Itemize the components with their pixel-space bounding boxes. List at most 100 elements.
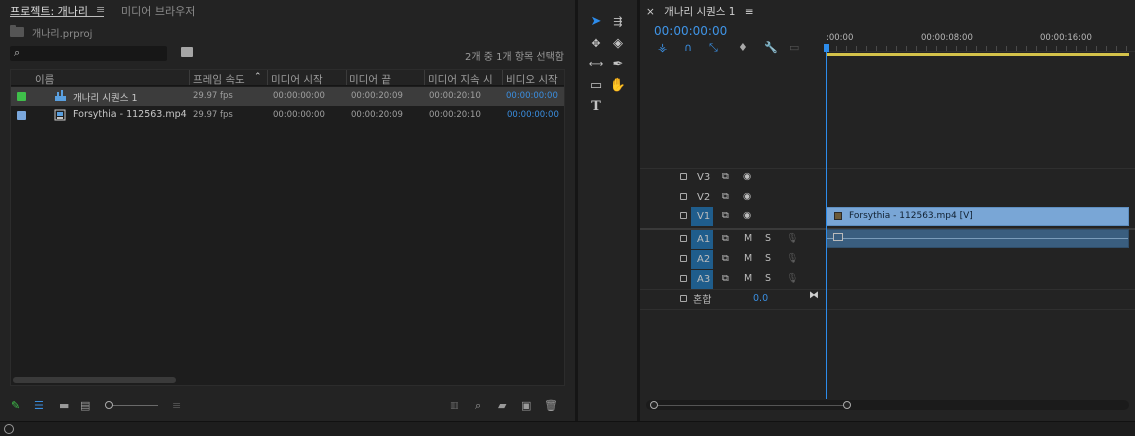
solo-button[interactable]: S [765,253,771,264]
lock-icon[interactable] [680,255,687,262]
snap-magnet-icon[interactable]: ∩ [684,41,692,54]
eye-icon[interactable]: ◉ [743,171,751,182]
track-label[interactable]: V1 [697,211,710,222]
close-icon[interactable]: × [646,6,655,18]
pencil-icon[interactable]: ✎ [11,399,20,412]
item-video-start[interactable]: 00:00:00:00 [507,110,559,120]
solo-button[interactable]: S [765,233,771,244]
lock-icon[interactable] [680,295,687,302]
wrench-icon[interactable]: 🔧 [764,41,778,54]
list-item[interactable]: Forsythia - 112563.mp4 29.97 fps 00:00:0… [11,106,564,125]
project-menu-icon[interactable]: ≡ [96,3,105,16]
status-indicator-icon[interactable] [4,424,14,434]
column-header-media-start[interactable]: 미디어 시작 [271,72,323,87]
go-to-in-out-icon[interactable]: ⧓ [809,290,819,301]
lock-icon[interactable] [680,173,687,180]
new-bin-from-search-icon[interactable] [181,47,193,57]
track-v3: V3 ⧉ ◉ [640,168,1135,187]
sync-lock-icon[interactable]: ⧉ [722,233,729,244]
tools-panel: ➤ ⇶ ✥ ◈ ⟷ ✒ ▭ ✋ T [579,0,636,421]
lock-icon[interactable] [680,193,687,200]
label-color-swatch[interactable] [17,111,26,120]
track-label[interactable]: V3 [697,172,710,183]
zoom-scroll-end-handle[interactable] [843,401,851,409]
sync-lock-icon[interactable]: ⧉ [722,273,729,284]
razor-tool-icon[interactable]: ◈ [609,34,627,52]
horizontal-scrollbar[interactable] [13,377,176,383]
list-item[interactable]: 개나리 시퀀스 1 29.97 fps 00:00:00:00 00:00:20… [11,87,564,106]
project-file-path: 개나리.prproj [10,25,93,40]
track-select-tool-icon[interactable]: ⇶ [609,12,627,30]
zoom-scroll-start-handle[interactable] [650,401,658,409]
mute-button[interactable]: M [744,253,752,264]
project-search-input[interactable] [10,46,167,61]
column-header-video-start[interactable]: 비디오 시작 [506,72,558,87]
audio-clip[interactable] [826,229,1129,248]
solo-button[interactable]: S [765,273,771,284]
trash-icon[interactable]: 🗑 [544,399,558,412]
eye-icon[interactable]: ◉ [743,191,751,202]
new-item-icon[interactable]: ▣ [521,399,531,412]
sync-lock-icon[interactable]: ⧉ [722,210,729,221]
lock-icon[interactable] [680,275,687,282]
pen-tool-icon[interactable]: ✒ [609,55,627,73]
item-media-duration: 00:00:20:10 [429,110,481,120]
column-header-media-duration[interactable]: 미디어 지속 시 [428,72,493,87]
timeline-menu-icon[interactable]: ≡ [745,6,754,18]
hand-tool-icon[interactable]: ✋ [609,76,627,94]
item-video-start[interactable]: 00:00:00:00 [506,91,558,101]
zoom-slider-knob[interactable] [105,401,113,409]
lock-icon[interactable] [680,235,687,242]
time-ruler[interactable] [826,46,1135,52]
tab-media-browser[interactable]: 미디어 브라우저 [121,3,195,19]
sync-lock-icon[interactable]: ⧉ [722,171,729,182]
zoom-slider-track[interactable] [112,405,158,406]
column-header-frame-rate[interactable]: 프레임 속도 [193,72,245,87]
playhead-timecode[interactable]: 00:00:00:00 [654,24,727,38]
label-color-swatch[interactable] [17,92,26,101]
selection-tool-icon[interactable]: ➤ [587,12,605,30]
add-marker-icon[interactable]: ♦ [738,41,748,54]
captions-icon[interactable]: ▭ [789,41,799,54]
slip-tool-icon[interactable]: ⟷ [587,55,605,73]
microphone-icon[interactable]: 🎙 [786,273,798,284]
column-header-name[interactable]: 이름 [35,72,54,87]
microphone-icon[interactable]: 🎙 [786,233,798,244]
mute-button[interactable]: M [744,233,752,244]
freeform-view-icon[interactable]: ▤ [80,399,90,412]
lock-icon[interactable] [680,212,687,219]
list-view-icon[interactable]: ☰ [34,399,44,412]
project-file-name: 개나리.prproj [32,28,93,40]
icon-view-icon[interactable]: ▬ [59,399,69,412]
track-label[interactable]: A2 [697,254,710,265]
find-icon[interactable]: ⌕ [475,399,481,413]
sync-lock-icon[interactable]: ⧉ [722,253,729,264]
linked-selection-icon[interactable]: ⤡ [709,41,718,55]
sync-lock-icon[interactable]: ⧉ [722,191,729,202]
microphone-icon[interactable]: 🎙 [786,253,798,264]
sort-icons-icon[interactable]: ≡ [172,399,181,412]
track-label[interactable]: A3 [697,274,710,285]
ruler-label: 00:00:08:00 [921,33,973,43]
ruler-label: :00:00 [826,33,854,43]
panel-divider[interactable] [575,0,578,421]
work-area-bar[interactable] [826,53,1129,56]
rectangle-tool-icon[interactable]: ▭ [587,76,605,94]
new-bin-icon[interactable]: ▰ [498,399,506,412]
project-panel: 프로젝트: 개나리 ≡ 미디어 브라우저 개나리.prproj ⌕ 2개 중 1… [0,0,573,421]
playhead-line[interactable] [826,52,827,399]
ripple-edit-tool-icon[interactable]: ✥ [587,34,605,52]
nest-insert-icon[interactable]: ⚶ [658,41,667,54]
automate-to-sequence-icon[interactable]: ▥ [450,401,459,411]
playhead-handle[interactable] [824,44,829,52]
eye-icon[interactable]: ◉ [743,210,751,221]
project-tab-row: 프로젝트: 개나리 ≡ 미디어 브라우저 [0,0,573,20]
column-header-media-end[interactable]: 미디어 끝 [349,72,391,87]
tab-sequence[interactable]: × 개나리 시퀀스 1 ≡ [646,4,754,19]
type-tool-icon[interactable]: T [587,97,605,115]
track-label[interactable]: V2 [697,192,710,203]
mute-button[interactable]: M [744,273,752,284]
mix-volume-value[interactable]: 0.0 [753,293,768,304]
video-clip[interactable]: Forsythia - 112563.mp4 [V] [826,207,1129,226]
track-label[interactable]: A1 [697,234,710,245]
